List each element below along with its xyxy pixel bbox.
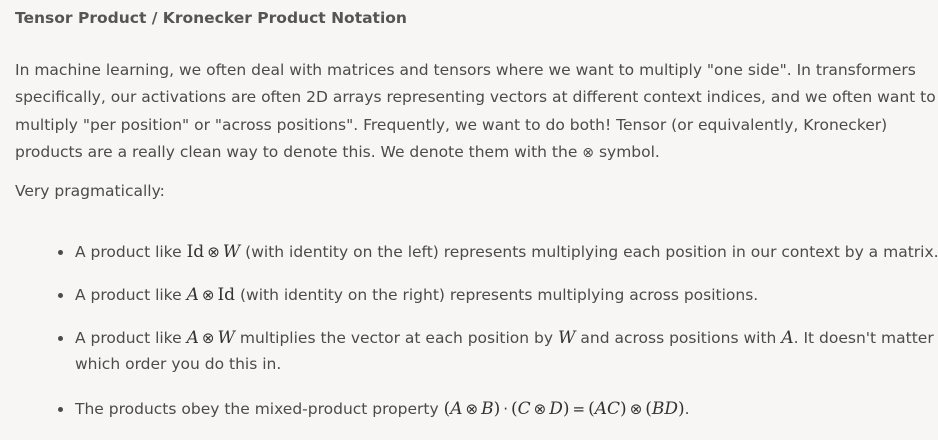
bullet-suffix: . It doesn't matter [793, 329, 934, 347]
lead-text: Very pragmatically: [15, 182, 165, 200]
math-a: A [186, 285, 199, 305]
intro-line-1: In machine learning, we often deal with … [15, 61, 916, 79]
math-otimes: ⊗ [533, 400, 547, 418]
math-a: A [450, 399, 463, 419]
bullet-text: The products obey the mixed-product prop… [75, 399, 690, 419]
math-ac: AC [594, 399, 621, 419]
math-otimes: ⊗ [201, 286, 215, 304]
math-paren: ( [645, 399, 652, 419]
intro-line-4-text: products are a really clean way to denot… [15, 142, 583, 161]
intro-line-4: products are a really clean way to denot… [15, 139, 915, 167]
math-w: W [217, 328, 235, 348]
bullet-prefix: A product like [75, 286, 187, 304]
page-title: Tensor Product / Kronecker Product Notat… [15, 9, 407, 27]
math-paren: ( [588, 399, 595, 419]
math-paren: ( [511, 399, 518, 419]
bullet-prefix: The products obey the mixed-product prop… [75, 400, 444, 418]
bullet-middle-2: and across positions with [575, 329, 782, 347]
bullet-prefix: A product like [75, 329, 187, 347]
math-d: D [549, 399, 563, 419]
bullet-suffix: (with identity on the left) represents m… [240, 243, 938, 261]
mixed-product-formula: (A ⊗ B) · (C ⊗ D) = (AC) ⊗ (BD) [444, 399, 685, 419]
math-bd: BD [651, 399, 679, 419]
bullet-text-continued: which order you do this in. [75, 355, 282, 373]
bullet-dot [58, 293, 63, 298]
bullet-suffix: (with identity on the right) represents … [235, 286, 759, 304]
math-a: A [186, 328, 199, 348]
bullet-text: A product like Id ⊗ W (with identity on th… [75, 242, 938, 262]
bullet-dot [58, 336, 63, 341]
bullet-prefix: A product like [75, 243, 187, 261]
math-w: W [222, 242, 241, 262]
math-c: C [517, 399, 531, 419]
intro-line-4-end: symbol. [594, 142, 660, 161]
math-a: A [781, 328, 794, 348]
otimes-symbol: ⊗ [582, 144, 595, 161]
math-otimes: ⊗ [201, 329, 215, 347]
bullet-dot [58, 407, 63, 412]
intro-line-3: multiply "per position" or "across posit… [15, 115, 888, 134]
math-id: Id [217, 285, 236, 305]
bullet-text: A product like A ⊗ Id (with identity on th… [75, 285, 758, 305]
bullet-suffix: . [684, 400, 690, 418]
math-b: B [481, 399, 494, 419]
bullet-text: A product like A ⊗ W multiplies the vector… [75, 328, 934, 348]
intro-line-2: specifically, our activations are often … [15, 88, 936, 107]
math-dot: · [503, 400, 509, 418]
intro-paragraph: In machine learning, we often deal with … [15, 57, 936, 167]
math-paren: ) [678, 399, 685, 419]
math-paren: ) [620, 399, 627, 419]
math-id: Id [186, 242, 205, 262]
math-otimes: ⊗ [629, 400, 643, 418]
bullet-dot [58, 250, 63, 255]
math-paren: ) [562, 399, 570, 419]
math-otimes: ⊗ [207, 243, 220, 261]
math-equals: = [572, 400, 586, 418]
bullet-middle: multiplies the vector at each position b… [234, 329, 558, 347]
math-w: W [557, 328, 576, 348]
math-otimes: ⊗ [465, 400, 479, 418]
math-paren: ) [493, 399, 501, 419]
